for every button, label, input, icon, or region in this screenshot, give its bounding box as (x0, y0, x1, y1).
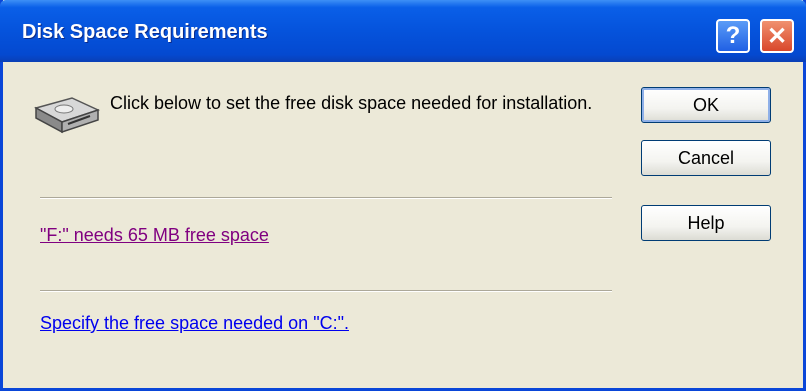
close-icon: ✕ (766, 22, 788, 50)
hard-disk-icon (34, 97, 101, 134)
specify-c-space-link[interactable]: Specify the free space needed on "C:". (40, 313, 349, 334)
help-title-button[interactable]: ? (716, 19, 750, 53)
question-mark-icon: ? (725, 22, 741, 49)
ok-button[interactable]: OK (641, 87, 771, 123)
help-button[interactable]: Help (641, 205, 771, 241)
divider-top (40, 197, 612, 199)
title-bar[interactable]: Disk Space Requirements ? ✕ (0, 0, 806, 62)
close-button[interactable]: ✕ (760, 19, 794, 53)
instruction-text: Click below to set the free disk space n… (110, 93, 593, 113)
drive-f-space-link[interactable]: "F:" needs 65 MB free space (40, 225, 269, 246)
divider-bottom (40, 290, 612, 292)
window-title: Disk Space Requirements (22, 21, 268, 43)
cancel-button[interactable]: Cancel (641, 140, 771, 176)
